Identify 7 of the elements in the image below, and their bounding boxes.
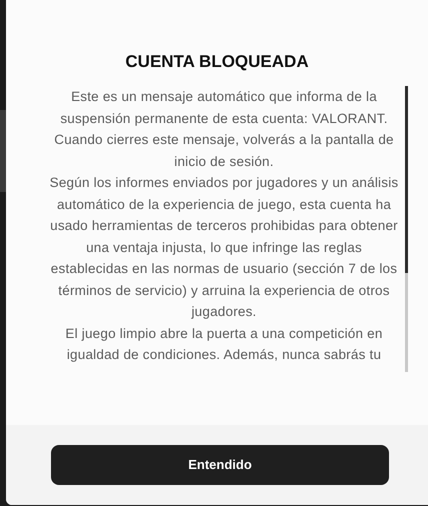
message-paragraph: Según los informes enviados por jugadores y un análisis automático de la experiencia de juego, esta cuenta ha usado herramientas de terceros prohibidas para obtener una ventaja injusta, lo que infringe las reglas establecidas en las normas de usuario (sección 7 de los términos de servicio) y arruina la experiencia de otros jugadores. <box>48 174 400 321</box>
message-paragraph: Este es un mensaje automático que informa de la suspensión permanente de esta cuenta: VALORANT. Cuando cierres este mensaje, volverás a la pantalla de inicio de sesión. <box>53 88 395 170</box>
scrollbar-thumb[interactable] <box>405 86 408 273</box>
understood-button[interactable]: Entendido <box>51 445 389 485</box>
message-paragraph: El juego limpio abre la puerta a una competición en igualdad de condiciones. Además, nunca sabrás tu <box>64 324 384 364</box>
dialog-title: CUENTA BLOQUEADA <box>124 51 310 73</box>
scrollbar-track[interactable] <box>405 86 408 372</box>
